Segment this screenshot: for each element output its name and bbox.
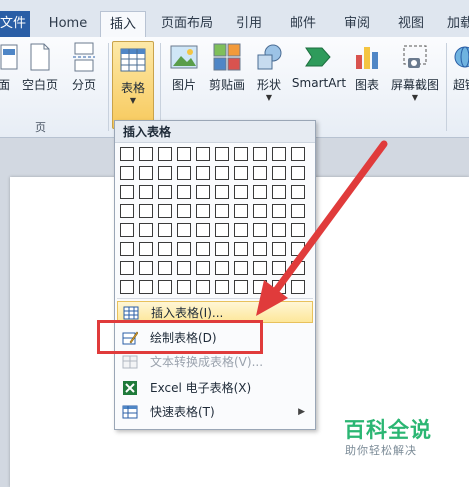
watermark-title: 百科全说 xyxy=(344,418,432,442)
watermark-subtitle: 助你轻松解决 xyxy=(345,444,417,457)
